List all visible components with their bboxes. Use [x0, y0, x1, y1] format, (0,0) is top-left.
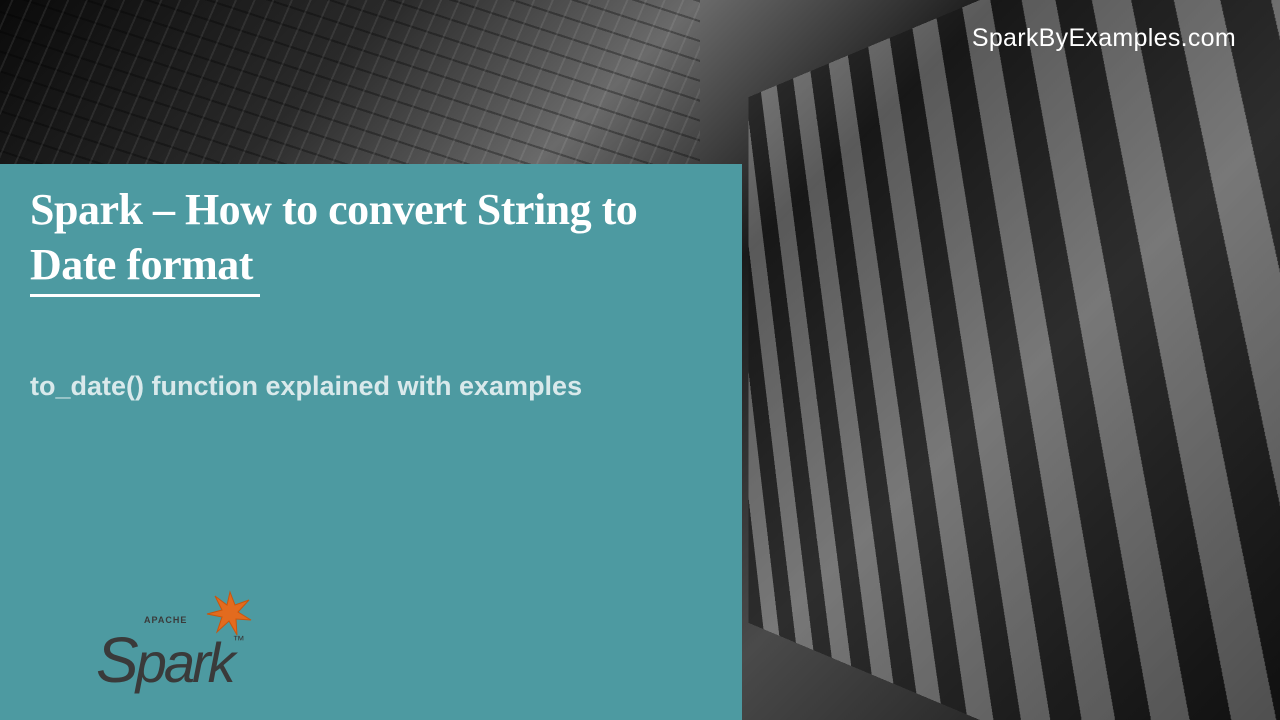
slide-stage: SparkByExamples.com Spark – How to conve…: [0, 0, 1280, 720]
apache-label: APACHE: [144, 616, 187, 625]
slide-subtitle: to_date() function explained with exampl…: [30, 371, 712, 402]
spark-star-icon: [205, 590, 255, 640]
site-label: SparkByExamples.com: [972, 24, 1236, 53]
spark-wordmark-cap: S: [96, 624, 136, 696]
content-panel: Spark – How to convert String to Date fo…: [0, 164, 742, 720]
spark-wordmark: APACHE Spark™: [96, 628, 245, 692]
slide-title: Spark – How to convert String to Date fo…: [30, 182, 712, 292]
title-underline: [30, 294, 260, 297]
apache-spark-logo: APACHE Spark™: [96, 628, 245, 692]
spark-wordmark-rest: park: [136, 631, 233, 694]
